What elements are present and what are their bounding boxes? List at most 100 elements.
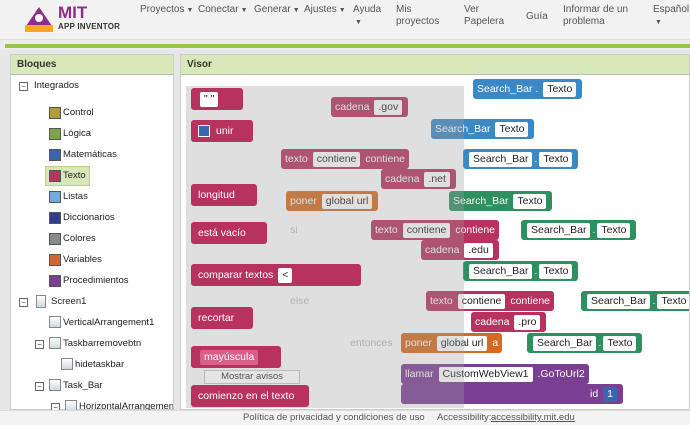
dictionaries-color-icon xyxy=(49,212,61,224)
text-literal-pro[interactable]: .pro xyxy=(514,315,541,330)
tree-item-hidetaskbar[interactable]: hidetaskbar xyxy=(75,355,124,375)
language-menu[interactable]: Español ▼ xyxy=(653,4,689,29)
link-label: proyectos xyxy=(396,16,440,27)
tree-item-screen1[interactable]: Screen1 xyxy=(51,292,86,312)
link-ver-papelera[interactable]: Ver Papelera xyxy=(464,4,504,28)
empty-text-block[interactable]: " " xyxy=(191,88,243,110)
blocks-panel-title: Bloques xyxy=(11,55,173,75)
is-empty-block[interactable]: está vacío xyxy=(191,222,267,244)
dot-label: . xyxy=(534,153,538,165)
trim-block[interactable]: recortar xyxy=(191,307,253,329)
compare-texts-block[interactable]: comparar textos < xyxy=(191,264,361,286)
search-bar-text-getter[interactable]: Search_Bar. Texto xyxy=(521,220,637,240)
horizontal-arrangement-icon xyxy=(65,400,77,410)
join-label: unir xyxy=(216,125,234,137)
link-guia[interactable]: Guía xyxy=(526,11,548,23)
horizontal-arrangement-icon xyxy=(49,379,61,391)
toolbar-accent-line xyxy=(5,44,690,48)
tree-item-task-bar[interactable]: Task_Bar xyxy=(63,376,103,396)
a-label: a xyxy=(492,337,499,349)
is-empty-label: está vacío xyxy=(198,227,246,239)
starts-at-block[interactable]: comienzo en el texto xyxy=(191,385,309,407)
menu-label: Proyectos xyxy=(140,4,185,15)
search-bar-text-getter[interactable]: Search_Bar. Texto xyxy=(463,149,579,169)
texto-property: Texto xyxy=(597,223,631,238)
search-bar-text-getter[interactable]: Search_Bar. Texto xyxy=(527,333,643,353)
chevron-down-icon: ▼ xyxy=(186,7,194,14)
tree-item-horizontalarrangement[interactable]: HorizontalArrangemen xyxy=(79,397,173,410)
logo-title: MIT xyxy=(58,3,88,22)
search-bar-text-getter[interactable]: Search_Bar. Texto xyxy=(463,261,579,281)
gear-icon[interactable] xyxy=(198,125,210,138)
category-variables[interactable]: Variables xyxy=(63,250,102,270)
tree-item-taskbarremovebtn[interactable]: Taskbarremovebtn xyxy=(63,334,141,354)
logo-subtitle: APP INVENTOR xyxy=(58,22,121,31)
dot-label: . xyxy=(535,83,539,95)
link-mis-proyectos[interactable]: Mis proyectos xyxy=(396,4,439,28)
privacy-link[interactable]: Política de privacidad y condiciones de … xyxy=(243,411,425,425)
menu-label: Generar xyxy=(254,4,291,15)
trim-label: recortar xyxy=(198,312,235,324)
accessibility-label: Accessibility: xyxy=(437,412,492,423)
menu-conectar[interactable]: Conectar ▼ xyxy=(198,4,248,17)
search-bar-text-getter[interactable]: Search_Bar . Texto xyxy=(473,79,583,99)
compare-operator-dropdown[interactable]: < xyxy=(278,268,293,283)
screen-icon xyxy=(36,295,46,308)
viewer-panel-title: Visor xyxy=(181,55,689,75)
menu-ayuda[interactable]: Ayuda ▼ xyxy=(353,4,381,29)
collapse-toggle[interactable]: − xyxy=(51,403,60,410)
collapse-toggle[interactable]: − xyxy=(19,82,28,91)
search-bar-text-getter[interactable]: Search_Bar. Texto xyxy=(581,291,689,311)
texto-property: Texto xyxy=(539,152,573,167)
menu-label: Conectar xyxy=(198,4,239,15)
search-bar-component: Search_Bar xyxy=(469,152,533,167)
language-label: Español xyxy=(653,4,690,15)
accessibility-link[interactable]: accessibility.mit.edu xyxy=(491,411,575,425)
tree-item-integrados[interactable]: Integrados xyxy=(34,76,79,96)
menu-label: Ajustes xyxy=(304,4,337,15)
tree-item-verticalarrangement1[interactable]: VerticalArrangement1 xyxy=(63,313,154,333)
category-procedimientos[interactable]: Procedimientos xyxy=(63,271,128,291)
join-block[interactable]: unir xyxy=(191,120,253,142)
upcase-block[interactable]: mayúscula xyxy=(191,346,281,368)
category-colores[interactable]: Colores xyxy=(63,229,96,249)
length-block[interactable]: longitud xyxy=(191,184,257,206)
collapse-toggle[interactable]: − xyxy=(35,382,44,391)
upcase-dropdown[interactable]: mayúscula xyxy=(200,350,259,365)
category-matematicas[interactable]: Matemáticas xyxy=(63,145,117,165)
viewer-panel: Visor Search_Bar . Texto cadena .gov Sea… xyxy=(180,54,690,410)
procedures-color-icon xyxy=(49,275,61,287)
category-control[interactable]: Control xyxy=(63,103,94,123)
link-label: Informar de un xyxy=(563,4,629,15)
link-informar-problema[interactable]: Informar de un problema xyxy=(563,4,628,28)
menu-generar[interactable]: Generar ▼ xyxy=(254,4,300,17)
vertical-arrangement-icon xyxy=(49,316,61,328)
category-diccionarios[interactable]: Diccionarios xyxy=(63,208,115,228)
chevron-down-icon: ▼ xyxy=(292,7,300,14)
link-label: Papelera xyxy=(464,16,505,27)
search-bar-text-getter[interactable]: Search_Bar Texto xyxy=(449,191,553,211)
text-literal-edu[interactable]: .edu xyxy=(464,243,493,258)
blocks-workspace[interactable]: Search_Bar . Texto cadena .gov Search_Ba… xyxy=(181,76,689,409)
category-listas[interactable]: Listas xyxy=(63,187,88,207)
id-number-literal[interactable]: 1 xyxy=(603,387,617,402)
category-texto[interactable]: Texto xyxy=(63,166,86,186)
contiene-label: contiene xyxy=(510,295,551,307)
search-bar-component: Search_Bar xyxy=(527,223,591,238)
texto-property: Texto xyxy=(539,264,573,279)
collapse-toggle[interactable]: − xyxy=(19,298,28,307)
chevron-down-icon: ▼ xyxy=(338,7,346,14)
category-logica[interactable]: Lógica xyxy=(63,124,91,144)
colors-color-icon xyxy=(49,233,61,245)
contiene-dropdown[interactable]: contiene xyxy=(457,294,506,309)
texto-property: Texto xyxy=(657,294,689,309)
menu-ajustes[interactable]: Ajustes ▼ xyxy=(304,4,346,17)
show-warnings-button[interactable]: Mostrar avisos xyxy=(204,370,300,384)
collapse-toggle[interactable]: − xyxy=(35,340,44,349)
app-inventor-logo[interactable]: MIT APP INVENTOR xyxy=(22,3,122,37)
blocks-tree: − Integrados Control Lógica Matemáticas … xyxy=(11,76,173,410)
menu-proyectos[interactable]: Proyectos ▼ xyxy=(140,4,193,17)
link-label: Mis xyxy=(396,4,412,15)
cadena-socket: cadena .pro xyxy=(471,312,547,332)
texto-property: Texto xyxy=(513,194,547,209)
